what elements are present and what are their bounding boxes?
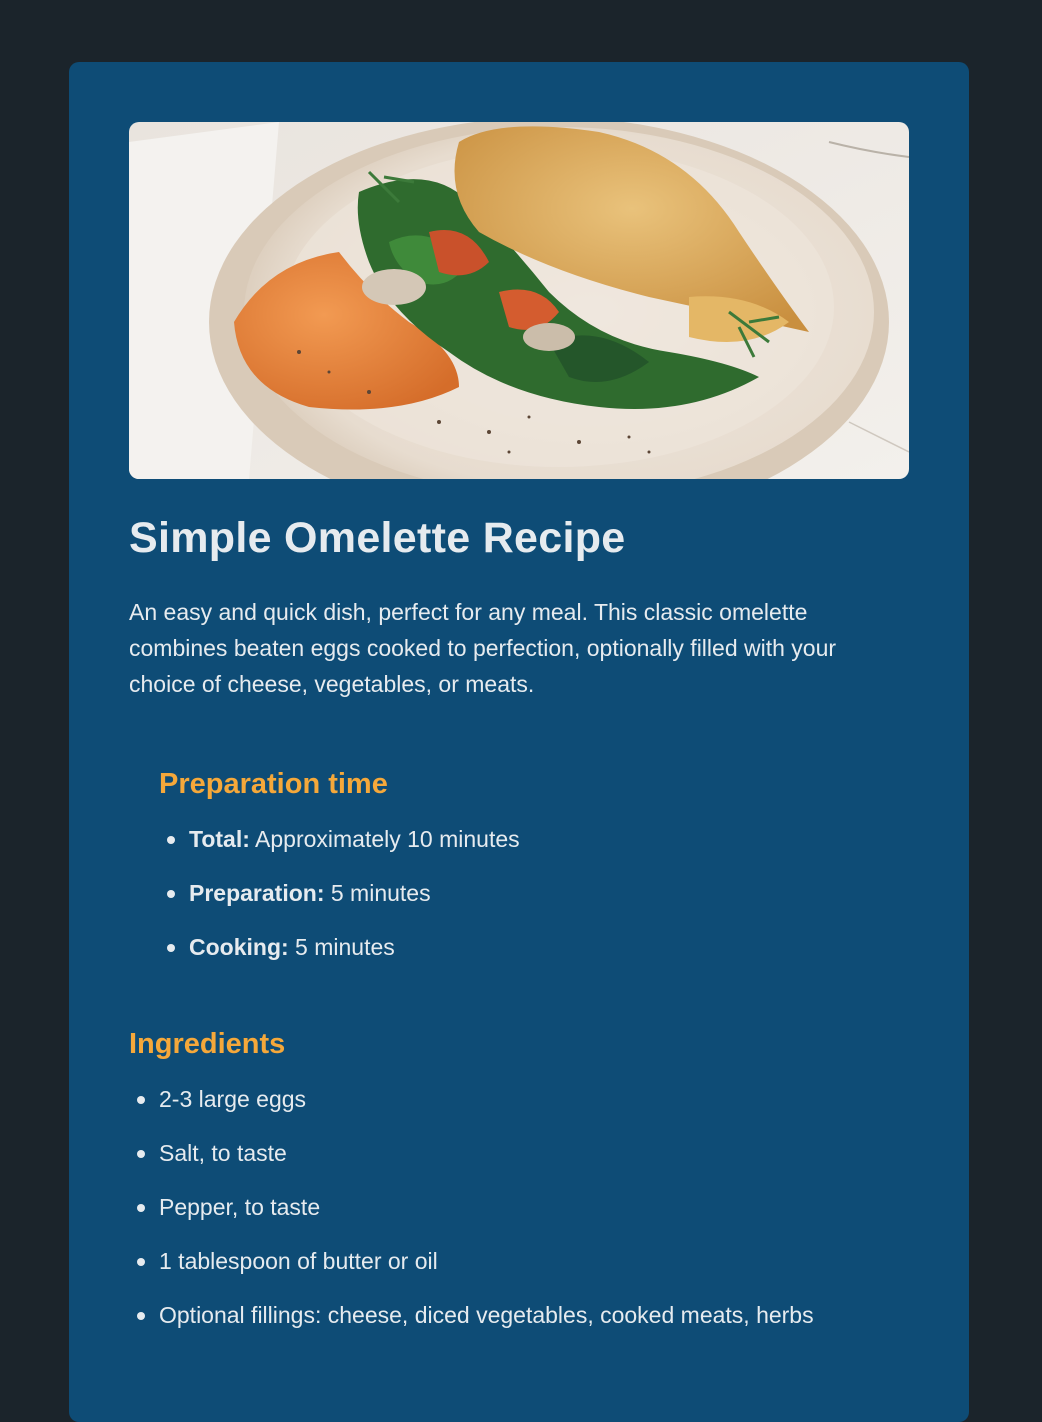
list-item: Preparation: 5 minutes [159,878,909,908]
preparation-heading: Preparation time [159,768,388,800]
prep-total-value: Approximately 10 minutes [249,826,520,852]
prep-cooking-label: Cooking: [189,934,289,960]
ingredients-section: Ingredients 2-3 large eggs Salt, to tast… [129,1026,909,1330]
ingredients-heading: Ingredients [129,1028,286,1060]
prep-preparation-value: 5 minutes [324,880,431,906]
preparation-section: Preparation time Total: Approximately 10… [129,766,909,962]
prep-total-label: Total: [189,826,250,852]
prep-preparation-label: Preparation: [189,880,325,906]
preparation-list: Total: Approximately 10 minutes Preparat… [159,824,909,962]
recipe-hero-image [129,122,909,479]
omelette-illustration [129,122,909,479]
list-item: Cooking: 5 minutes [159,932,909,962]
list-item: Salt, to taste [129,1138,909,1168]
recipe-description: An easy and quick dish, perfect for any … [129,599,837,697]
ingredients-list: 2-3 large eggs Salt, to taste Pepper, to… [129,1084,909,1330]
list-item: 1 tablespoon of butter or oil [129,1246,909,1276]
list-item: Optional fillings: cheese, diced vegetab… [129,1300,909,1330]
list-item: Total: Approximately 10 minutes [159,824,909,854]
list-item: 2-3 large eggs [129,1084,909,1114]
prep-cooking-value: 5 minutes [288,934,395,960]
list-item: Pepper, to taste [129,1192,909,1222]
recipe-card: Simple Omelette Recipe An easy and quick… [69,62,969,1422]
recipe-title: Simple Omelette Recipe [129,514,626,562]
